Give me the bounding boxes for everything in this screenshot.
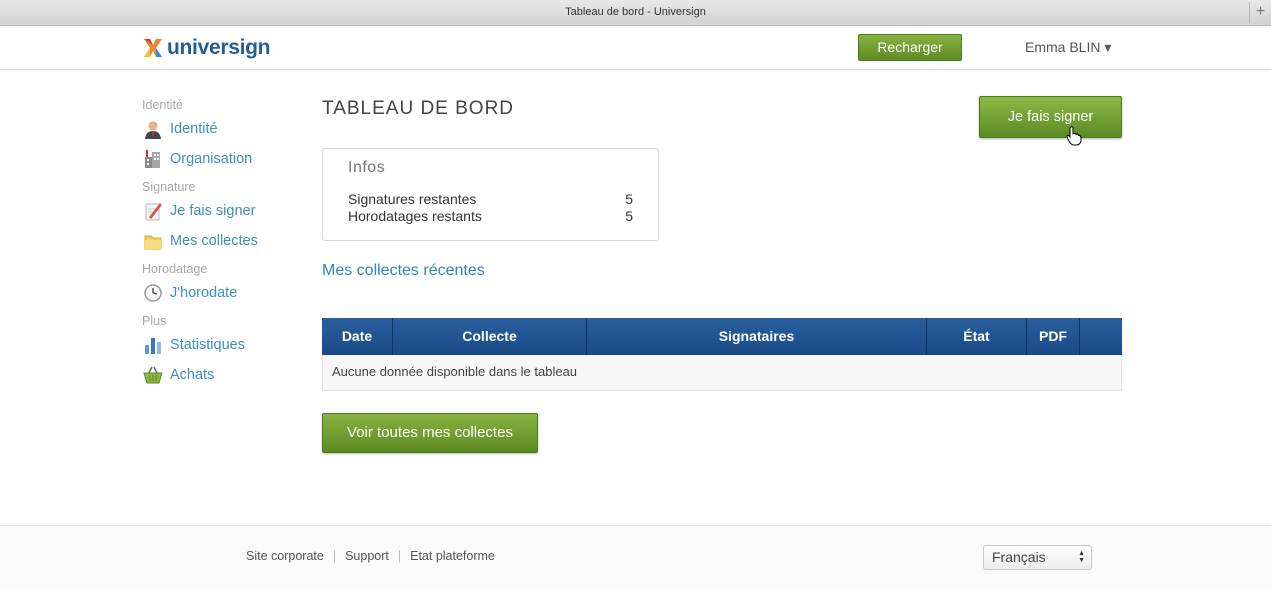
sidebar-item-je-fais-signer[interactable]: Je fais signer <box>142 196 292 226</box>
sidebar-item-label: Identité <box>170 121 218 137</box>
basket-icon <box>142 364 164 386</box>
new-tab-plus-icon[interactable]: + <box>1249 2 1271 23</box>
footer-link-site-corporate[interactable]: Site corporate <box>246 549 324 563</box>
column-header-etat[interactable]: État <box>927 318 1027 355</box>
sidebar-item-label: Je fais signer <box>170 203 256 219</box>
page-title: TABLEAU DE BORD <box>322 98 515 119</box>
infos-title: Infos <box>348 159 386 176</box>
app-header: universign Recharger Emma BLIN ▾ <box>0 27 1271 70</box>
sidebar-item-label: Organisation <box>170 151 253 167</box>
universign-logo[interactable]: universign <box>142 36 271 60</box>
sidebar-section-identite: Identité <box>142 98 184 112</box>
infos-row-signatures: Signatures restantes 5 <box>348 191 633 207</box>
column-header-actions <box>1080 318 1122 355</box>
footer-link-support[interactable]: Support <box>345 549 389 563</box>
column-header-pdf[interactable]: PDF <box>1027 318 1080 355</box>
column-header-date[interactable]: Date <box>322 318 393 355</box>
sidebar-item-jhorodate[interactable]: J'horodate <box>142 278 292 308</box>
recent-collections-link[interactable]: Mes collectes récentes <box>322 262 485 280</box>
sidebar-item-label: Achats <box>170 367 215 383</box>
footer-link-etat-plateforme[interactable]: Etat plateforme <box>410 549 495 563</box>
language-select[interactable]: Français ▲ ▼ <box>983 545 1092 570</box>
infos-row-horodatages: Horodatages restants 5 <box>348 208 633 224</box>
footer-links: Site corporate | Support | Etat platefor… <box>246 549 495 563</box>
footer-separator: | <box>397 549 402 563</box>
sidebar-item-achats[interactable]: Achats <box>142 360 292 390</box>
window-titlebar: Tableau de bord - Universign + <box>0 0 1271 26</box>
column-header-collecte[interactable]: Collecte <box>393 318 587 355</box>
view-all-collections-button[interactable]: Voir toutes mes collectes <box>322 413 538 453</box>
table-empty-row: Aucune donnée disponible dans le tableau <box>322 355 1122 391</box>
user-icon <box>142 118 164 140</box>
sidebar-item-organisation[interactable]: Organisation <box>142 144 292 174</box>
infos-label: Horodatages restants <box>348 208 482 224</box>
universign-logo-icon <box>144 39 162 57</box>
sidebar-section-signature: Signature <box>142 180 196 194</box>
infos-value: 5 <box>625 208 633 224</box>
footer: Site corporate | Support | Etat platefor… <box>0 525 1271 590</box>
sidebar-item-label: J'horodate <box>170 285 238 301</box>
hand-cursor-icon <box>1066 126 1082 146</box>
column-header-signataires[interactable]: Signataires <box>587 318 927 355</box>
user-name: Emma BLIN <box>1025 39 1101 55</box>
building-icon <box>142 148 164 170</box>
document-pen-icon <box>142 200 164 222</box>
window-title: Tableau de bord - Universign <box>565 6 706 18</box>
language-selected-value: Français <box>992 549 1046 565</box>
table-header: Date Collecte Signataires État PDF <box>322 318 1122 355</box>
collections-table: Date Collecte Signataires État PDF Aucun… <box>322 318 1122 391</box>
sidebar-item-identite[interactable]: Identité <box>142 114 292 144</box>
infos-value: 5 <box>625 191 633 207</box>
user-menu[interactable]: Emma BLIN ▾ <box>1025 39 1111 56</box>
sidebar-section-plus: Plus <box>142 314 167 328</box>
bar-chart-icon <box>142 334 164 356</box>
recharge-button[interactable]: Recharger <box>858 34 962 61</box>
chevron-down-icon: ▾ <box>1104 39 1112 55</box>
clock-icon <box>142 282 164 304</box>
select-arrows-icon: ▲ ▼ <box>1078 550 1085 564</box>
sidebar-section-horodatage: Horodatage <box>142 262 208 276</box>
sidebar-item-statistiques[interactable]: Statistiques <box>142 330 292 360</box>
folder-icon <box>142 230 164 252</box>
infos-panel: Infos Signatures restantes 5 Horodatages… <box>322 148 659 241</box>
sidebar: Identité Identité Organisation Signature… <box>142 98 292 390</box>
footer-separator: | <box>332 549 337 563</box>
sidebar-item-label: Mes collectes <box>170 233 258 249</box>
je-fais-signer-button[interactable]: Je fais signer <box>979 96 1122 138</box>
sidebar-item-label: Statistiques <box>170 337 245 353</box>
sidebar-item-mes-collectes[interactable]: Mes collectes <box>142 226 292 256</box>
infos-label: Signatures restantes <box>348 191 477 207</box>
logo-text: universign <box>167 36 271 59</box>
